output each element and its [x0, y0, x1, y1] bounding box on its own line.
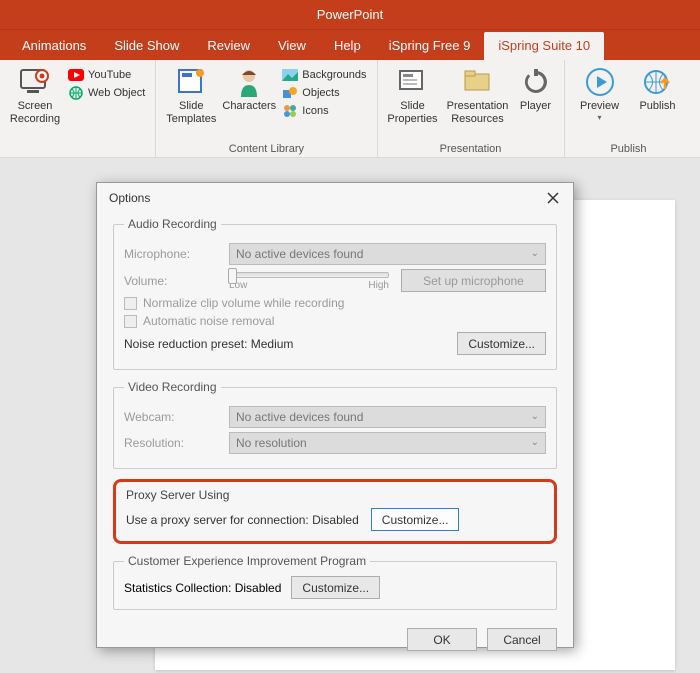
app-title: PowerPoint	[317, 7, 383, 22]
group-label-content-library: Content Library	[162, 143, 370, 157]
normalize-checkbox[interactable]	[124, 297, 137, 310]
slide-properties-button[interactable]: Slide Properties	[384, 64, 442, 125]
youtube-icon	[68, 67, 84, 83]
cep-status-text: Statistics Collection: Disabled	[124, 581, 281, 595]
volume-slider[interactable]	[229, 272, 389, 278]
web-object-button[interactable]: Web Object	[64, 84, 149, 102]
microphone-combo[interactable]: No active devices found ⌄	[229, 243, 546, 265]
presentation-resources-label: Presentation Resources	[447, 100, 509, 125]
preview-icon	[584, 66, 616, 98]
icons-label: Icons	[302, 105, 328, 117]
slide-properties-icon	[397, 66, 429, 98]
group-label-publish: Publish	[571, 143, 687, 157]
proxy-legend: Proxy Server Using	[126, 488, 544, 502]
tab-ispring-suite[interactable]: iSpring Suite 10	[484, 32, 604, 60]
ribbon-tabs: Animations Slide Show Review View Help i…	[0, 30, 700, 60]
presentation-resources-button[interactable]: Presentation Resources	[442, 64, 514, 125]
publish-button[interactable]: Publish	[629, 64, 687, 113]
video-recording-legend: Video Recording	[124, 380, 221, 394]
slide-templates-label: Slide Templates	[166, 100, 216, 125]
volume-label: Volume:	[124, 274, 229, 288]
icons-icon	[282, 103, 298, 119]
dialog-titlebar: Options	[97, 183, 573, 213]
player-icon	[520, 66, 552, 98]
screen-recording-label: Screen Recording	[10, 100, 60, 125]
slide-templates-icon	[175, 66, 207, 98]
auto-noise-label: Automatic noise removal	[143, 314, 274, 328]
backgrounds-icon	[282, 67, 298, 83]
microphone-value: No active devices found	[236, 247, 363, 261]
audio-recording-legend: Audio Recording	[124, 217, 221, 231]
normalize-label: Normalize clip volume while recording	[143, 296, 344, 310]
resolution-label: Resolution:	[124, 436, 229, 450]
close-icon	[547, 192, 559, 204]
cep-group: Customer Experience Improvement Program …	[113, 554, 557, 610]
player-label: Player	[520, 100, 551, 113]
tab-slideshow[interactable]: Slide Show	[100, 32, 193, 60]
characters-icon	[233, 66, 265, 98]
options-dialog: Options Audio Recording Microphone: No a…	[96, 182, 574, 648]
objects-icon	[282, 85, 298, 101]
ok-button[interactable]: OK	[407, 628, 477, 651]
objects-label: Objects	[302, 87, 339, 99]
chevron-down-icon: ▾	[597, 113, 601, 122]
proxy-customize-button[interactable]: Customize...	[371, 508, 460, 531]
tab-review[interactable]: Review	[193, 32, 264, 60]
group-label-presentation: Presentation	[384, 143, 558, 157]
characters-label: Characters	[222, 100, 276, 113]
setup-microphone-button[interactable]: Set up microphone	[401, 269, 546, 292]
cep-customize-button[interactable]: Customize...	[291, 576, 380, 599]
dialog-title: Options	[109, 191, 150, 205]
tab-view[interactable]: View	[264, 32, 320, 60]
audio-recording-group: Audio Recording Microphone: No active de…	[113, 217, 557, 370]
screen-recording-icon	[19, 66, 51, 98]
characters-button[interactable]: Characters	[220, 64, 278, 113]
slide-templates-button[interactable]: Slide Templates	[162, 64, 220, 125]
objects-button[interactable]: Objects	[278, 84, 370, 102]
chevron-down-icon: ⌄	[531, 437, 539, 448]
noise-preset-text: Noise reduction preset: Medium	[124, 337, 293, 351]
chevron-down-icon: ⌄	[531, 411, 539, 422]
webcam-label: Webcam:	[124, 410, 229, 424]
cancel-button[interactable]: Cancel	[487, 628, 557, 651]
preview-button[interactable]: Preview ▾	[571, 64, 629, 122]
screen-recording-button[interactable]: Screen Recording	[6, 64, 64, 125]
resolution-value: No resolution	[236, 436, 307, 450]
player-button[interactable]: Player	[514, 64, 558, 113]
proxy-status-text: Use a proxy server for connection: Disab…	[126, 513, 359, 527]
noise-customize-button[interactable]: Customize...	[457, 332, 546, 355]
backgrounds-label: Backgrounds	[302, 69, 366, 81]
proxy-server-group: Proxy Server Using Use a proxy server fo…	[113, 479, 557, 544]
tab-ispring-free[interactable]: iSpring Free 9	[375, 32, 485, 60]
tab-help[interactable]: Help	[320, 32, 375, 60]
web-object-label: Web Object	[88, 87, 145, 99]
youtube-label: YouTube	[88, 69, 131, 81]
slider-thumb[interactable]	[228, 268, 237, 284]
cep-legend: Customer Experience Improvement Program	[124, 554, 370, 568]
slide-properties-label: Slide Properties	[387, 100, 437, 125]
preview-label: Preview	[580, 100, 619, 113]
tab-animations[interactable]: Animations	[8, 32, 100, 60]
chevron-down-icon: ⌄	[531, 248, 539, 259]
youtube-button[interactable]: YouTube	[64, 66, 149, 84]
microphone-label: Microphone:	[124, 247, 229, 261]
resolution-combo[interactable]: No resolution ⌄	[229, 432, 546, 454]
backgrounds-button[interactable]: Backgrounds	[278, 66, 370, 84]
app-titlebar: PowerPoint	[0, 0, 700, 30]
icons-button[interactable]: Icons	[278, 102, 370, 120]
publish-label: Publish	[639, 100, 675, 113]
webcam-value: No active devices found	[236, 410, 363, 424]
webcam-combo[interactable]: No active devices found ⌄	[229, 406, 546, 428]
publish-icon	[642, 66, 674, 98]
video-recording-group: Video Recording Webcam: No active device…	[113, 380, 557, 469]
close-button[interactable]	[539, 187, 567, 209]
auto-noise-checkbox[interactable]	[124, 315, 137, 328]
ribbon: Screen Recording YouTube Web Object	[0, 60, 700, 158]
slider-high-label: High	[368, 280, 389, 291]
group-label-insert	[6, 143, 149, 157]
presentation-resources-icon	[462, 66, 494, 98]
globe-icon	[68, 85, 84, 101]
